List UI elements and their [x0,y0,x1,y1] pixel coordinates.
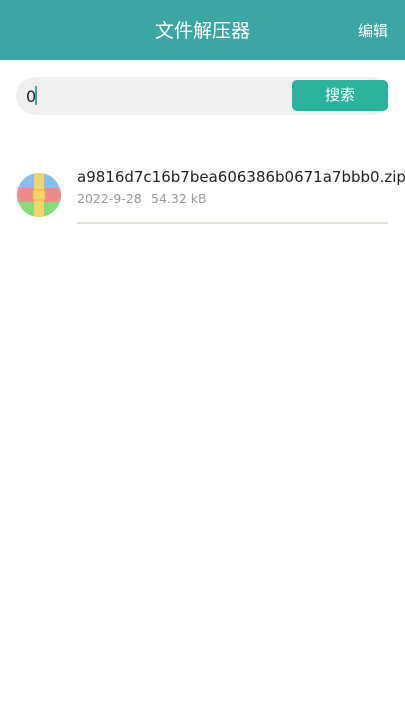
page-title: 文件解压器 [154,20,250,42]
edit-button[interactable]: 编辑 [358,0,388,60]
file-date: 2022-9-28 [77,191,142,206]
list-item[interactable]: a9816d7c16b7bea606386b0671a7bbb0.zip 202… [0,160,405,226]
file-name: a9816d7c16b7bea606386b0671a7bbb0.zip [77,168,405,186]
search-input[interactable] [26,81,286,111]
zip-archive-icon [17,173,61,217]
app-header: 文件解压器 编辑 [0,0,405,60]
file-size: 54.32 kB [151,191,207,206]
search-button[interactable]: 搜索 [292,80,388,111]
text-caret [35,86,37,105]
divider [77,222,388,224]
